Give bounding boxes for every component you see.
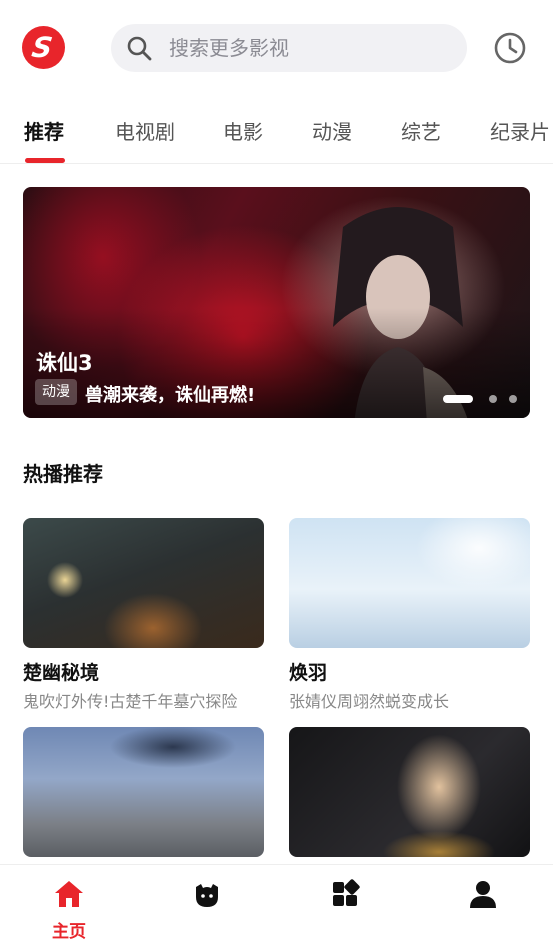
user-icon bbox=[470, 881, 496, 908]
carousel-dot-active[interactable] bbox=[443, 395, 473, 403]
video-card[interactable]: 焕羽 张婧仪周翊然蜕变成长 bbox=[289, 518, 530, 712]
search-bar[interactable] bbox=[111, 24, 467, 72]
nav-home-label: 主页 bbox=[52, 922, 86, 942]
history-clock-icon[interactable] bbox=[493, 31, 527, 65]
app-logo[interactable]: S bbox=[22, 26, 65, 69]
featured-banner[interactable]: 诛仙3 动漫 兽潮来袭，诛仙再燃! bbox=[23, 187, 530, 418]
bottom-navigation: 主页 bbox=[0, 864, 553, 951]
category-tabs: 推荐 电视剧 电影 动漫 综艺 纪录片 bbox=[0, 108, 553, 164]
tab-tv-series[interactable]: 电视剧 bbox=[115, 116, 175, 145]
tabs-divider bbox=[0, 163, 553, 164]
home-icon bbox=[55, 881, 83, 907]
tab-documentary[interactable]: 纪录片 bbox=[490, 116, 550, 145]
nav-discover[interactable] bbox=[162, 865, 252, 951]
tab-recommend[interactable]: 推荐 bbox=[24, 116, 64, 145]
video-thumbnail[interactable] bbox=[23, 727, 264, 857]
banner-description: 兽潮来袭，诛仙再燃! bbox=[85, 385, 256, 406]
tab-variety[interactable]: 综艺 bbox=[401, 116, 441, 145]
banner-title: 诛仙3 bbox=[36, 351, 93, 375]
tab-anime[interactable]: 动漫 bbox=[312, 116, 352, 145]
video-thumbnail[interactable] bbox=[289, 727, 530, 857]
section-title-hot: 热播推荐 bbox=[23, 462, 103, 486]
video-card[interactable] bbox=[23, 727, 264, 857]
carousel-dot[interactable] bbox=[489, 395, 497, 403]
video-thumbnail[interactable] bbox=[23, 518, 264, 648]
tab-movies[interactable]: 电影 bbox=[223, 116, 263, 145]
mascot-icon bbox=[196, 884, 218, 907]
video-subtitle: 张婧仪周翊然蜕变成长 bbox=[289, 692, 450, 711]
nav-home[interactable]: 主页 bbox=[24, 865, 114, 951]
search-input[interactable] bbox=[169, 36, 449, 60]
nav-categories[interactable] bbox=[300, 865, 390, 951]
video-title: 焕羽 bbox=[289, 662, 328, 684]
top-bar: S bbox=[0, 0, 553, 95]
video-title: 楚幽秘境 bbox=[23, 662, 100, 684]
video-card[interactable]: 楚幽秘境 鬼吹灯外传!古楚千年墓穴探险 bbox=[23, 518, 264, 712]
grid-icon bbox=[333, 879, 360, 906]
video-thumbnail[interactable] bbox=[289, 518, 530, 648]
banner-category-badge: 动漫 bbox=[35, 379, 77, 405]
carousel-dot[interactable] bbox=[509, 395, 517, 403]
logo-letter: S bbox=[30, 30, 55, 64]
video-subtitle: 鬼吹灯外传!古楚千年墓穴探险 bbox=[23, 692, 238, 711]
search-icon bbox=[127, 36, 152, 61]
video-card[interactable] bbox=[289, 727, 530, 857]
nav-profile[interactable] bbox=[438, 865, 528, 951]
